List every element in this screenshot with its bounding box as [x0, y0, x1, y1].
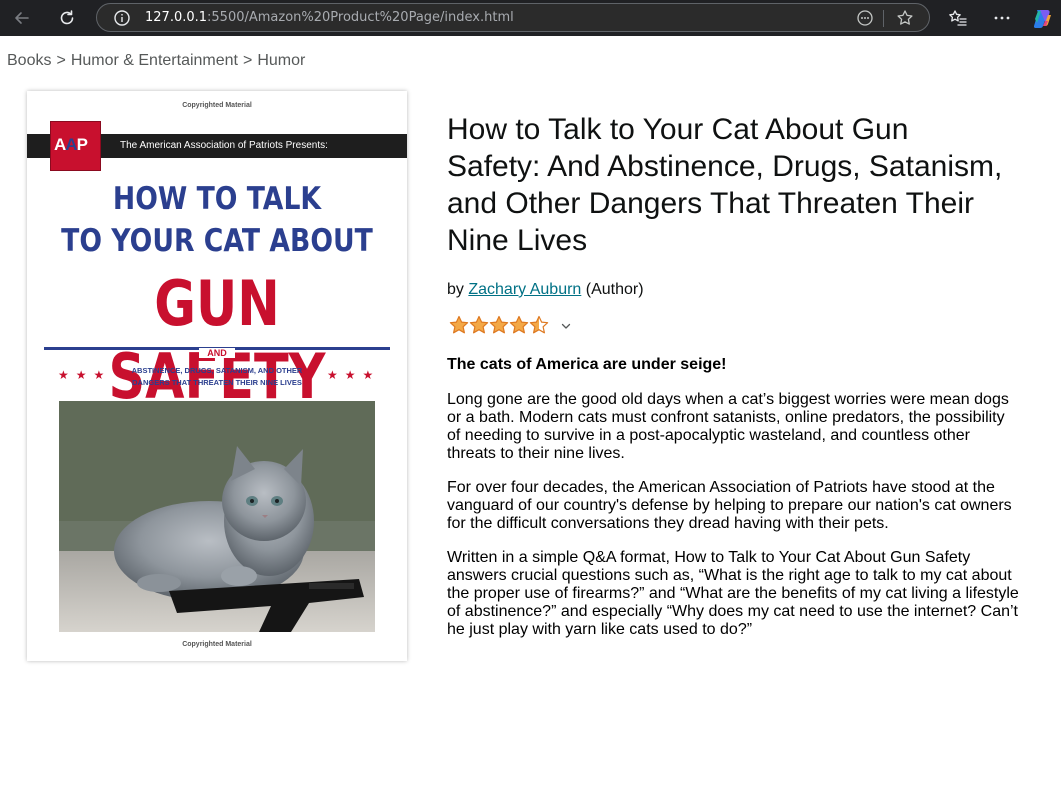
breadcrumb-item-humor-entertainment[interactable]: Humor & Entertainment [71, 52, 238, 69]
cover-subtitle-line-2: DANGERS THAT THREATEN THEIR NINE LIVES [132, 378, 302, 387]
aap-logo: AAP [50, 121, 101, 171]
info-icon [114, 10, 130, 26]
cover-title-line-2: TO YOUR CAT ABOUT [61, 223, 373, 259]
favorites-button[interactable] [946, 6, 970, 30]
aap-letter-2: A [65, 135, 77, 154]
cover-and: AND [27, 343, 407, 361]
star-2-icon [469, 315, 489, 334]
copilot-icon [1033, 10, 1051, 28]
star-3-icon [489, 315, 509, 334]
ellipsis-icon [994, 16, 1010, 20]
settings-more-button[interactable] [990, 6, 1014, 30]
star-1-icon [449, 315, 469, 334]
aap-letter-3: P [76, 135, 88, 154]
rating-stars-icon [449, 315, 549, 334]
more-circle-icon [857, 10, 873, 26]
refresh-icon [60, 10, 74, 25]
favorite-button[interactable] [895, 8, 915, 28]
description-paragraph-2: For over four decades, the American Asso… [447, 479, 1012, 532]
product-page: Books > Humor & Entertainment > Humor Copyri… [0, 36, 1061, 790]
browser-toolbar: 127.0.0.1:5500/Amazon%20Product%20Page/i… [0, 0, 1061, 36]
cover-title-line-1: HOW TO TALK [112, 181, 322, 217]
cover-stars-left: ★★★ [58, 368, 112, 382]
breadcrumb-item-books[interactable]: Books [7, 52, 51, 69]
address-bar[interactable]: 127.0.0.1:5500/Amazon%20Product%20Page/i… [96, 3, 930, 32]
url-text[interactable]: 127.0.0.1:5500/Amazon%20Product%20Page/i… [145, 10, 514, 25]
breadcrumb-item-humor[interactable]: Humor [257, 52, 305, 69]
kitten-photo [59, 401, 375, 632]
star-rating[interactable] [449, 315, 571, 337]
address-divider [883, 10, 884, 27]
star-5-half-icon [529, 315, 549, 334]
byline-prefix: by [447, 281, 464, 298]
cover-publisher-text: The American Association of Patriots Pre… [120, 140, 328, 151]
favorites-list-icon [949, 10, 967, 26]
breadcrumb-separator: > [243, 52, 253, 69]
aap-logo-text: AAP [54, 135, 88, 155]
aap-letter-1: A [54, 135, 66, 154]
url-host: 127.0.0.1 [145, 10, 208, 25]
star-outline-icon [897, 10, 913, 25]
url-path: :5500/Amazon%20Product%20Page/index.html [207, 10, 514, 25]
cover-title-line-3: GUN SAFETY [108, 267, 326, 413]
cover-stars-right: ★★★ [327, 368, 381, 382]
kitten-with-pistol-illustration [59, 401, 375, 632]
star-4-icon [509, 315, 529, 334]
cover-subtitle-line-1: ABSTINENCE, DRUGS, SATANISM, AND OTHER [131, 366, 303, 375]
reload-button[interactable] [53, 5, 81, 31]
arrow-left-icon [15, 12, 29, 24]
cover-and-label: AND [199, 348, 235, 358]
reading-mode-button[interactable] [855, 8, 875, 28]
breadcrumb: Books > Humor & Entertainment > Humor [7, 52, 305, 70]
cover-copyright-top: Copyrighted Material [182, 102, 252, 109]
author-role: (Author) [585, 281, 644, 298]
description-paragraph-3: Written in a simple Q&A format, How to T… [447, 549, 1019, 638]
description-paragraph-1: Long gone are the good old days when a c… [447, 391, 1009, 462]
product-title: How to Talk to Your Cat About Gun Safety… [447, 113, 1003, 257]
chevron-down-icon [561, 323, 571, 329]
cover-copyright-bottom: Copyrighted Material [182, 641, 252, 648]
book-cover-image[interactable]: Copyrighted Material The American Associ… [27, 91, 407, 661]
description-tagline: The cats of America are under seige! [447, 356, 727, 373]
breadcrumb-separator: > [56, 52, 66, 69]
cover-subtitle: ABSTINENCE, DRUGS, SATANISM, AND OTHER D… [107, 365, 327, 389]
back-button[interactable] [8, 5, 36, 31]
author-byline: by Zachary Auburn (Author) [447, 281, 644, 299]
copilot-button[interactable] [1030, 6, 1054, 30]
author-link[interactable]: Zachary Auburn [468, 281, 581, 298]
